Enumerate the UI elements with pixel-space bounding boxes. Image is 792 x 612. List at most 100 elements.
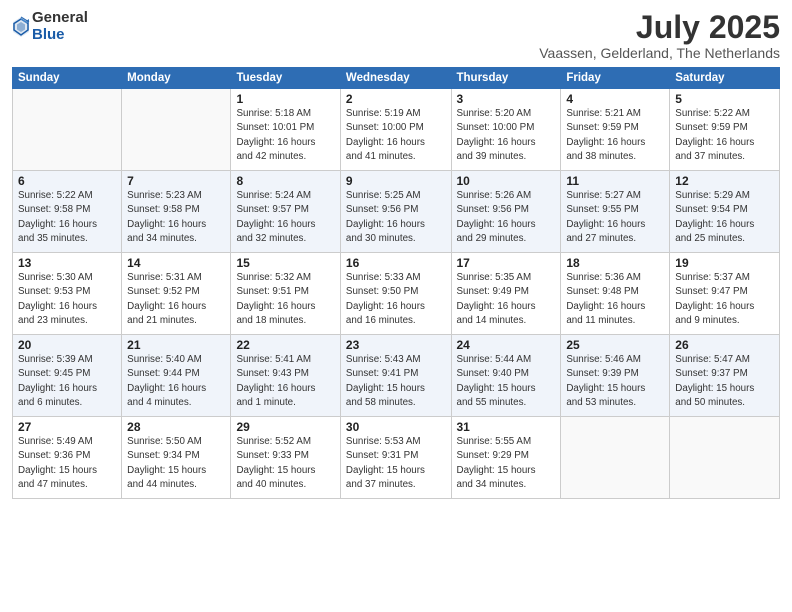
calendar-cell: 1Sunrise: 5:18 AM Sunset: 10:01 PM Dayli… — [231, 89, 340, 171]
day-info: Sunrise: 5:21 AM Sunset: 9:59 PM Dayligh… — [566, 107, 664, 164]
header-saturday: Saturday — [670, 68, 780, 89]
day-info: Sunrise: 5:36 AM Sunset: 9:48 PM Dayligh… — [566, 271, 664, 328]
day-number: 22 — [236, 338, 334, 352]
day-info: Sunrise: 5:22 AM Sunset: 9:59 PM Dayligh… — [675, 107, 774, 164]
calendar-cell: 14Sunrise: 5:31 AM Sunset: 9:52 PM Dayli… — [122, 253, 231, 335]
day-info: Sunrise: 5:47 AM Sunset: 9:37 PM Dayligh… — [675, 353, 774, 410]
calendar-cell: 3Sunrise: 5:20 AM Sunset: 10:00 PM Dayli… — [451, 89, 561, 171]
day-number: 18 — [566, 256, 664, 270]
day-number: 14 — [127, 256, 225, 270]
day-number: 31 — [457, 420, 556, 434]
calendar-cell: 15Sunrise: 5:32 AM Sunset: 9:51 PM Dayli… — [231, 253, 340, 335]
calendar-cell: 29Sunrise: 5:52 AM Sunset: 9:33 PM Dayli… — [231, 417, 340, 499]
calendar-cell — [670, 417, 780, 499]
calendar-cell: 7Sunrise: 5:23 AM Sunset: 9:58 PM Daylig… — [122, 171, 231, 253]
calendar-cell: 18Sunrise: 5:36 AM Sunset: 9:48 PM Dayli… — [561, 253, 670, 335]
day-number: 20 — [18, 338, 116, 352]
day-info: Sunrise: 5:18 AM Sunset: 10:01 PM Daylig… — [236, 107, 334, 164]
day-info: Sunrise: 5:41 AM Sunset: 9:43 PM Dayligh… — [236, 353, 334, 410]
day-info: Sunrise: 5:44 AM Sunset: 9:40 PM Dayligh… — [457, 353, 556, 410]
calendar-cell: 5Sunrise: 5:22 AM Sunset: 9:59 PM Daylig… — [670, 89, 780, 171]
day-number: 15 — [236, 256, 334, 270]
title-block: July 2025 Vaassen, Gelderland, The Nethe… — [539, 10, 780, 61]
calendar-cell: 31Sunrise: 5:55 AM Sunset: 9:29 PM Dayli… — [451, 417, 561, 499]
logo: General Blue — [12, 10, 88, 43]
day-number: 1 — [236, 92, 334, 106]
day-info: Sunrise: 5:53 AM Sunset: 9:31 PM Dayligh… — [346, 435, 446, 492]
day-number: 12 — [675, 174, 774, 188]
calendar-cell: 16Sunrise: 5:33 AM Sunset: 9:50 PM Dayli… — [340, 253, 451, 335]
day-number: 28 — [127, 420, 225, 434]
day-number: 23 — [346, 338, 446, 352]
logo-blue-text: Blue — [32, 27, 88, 44]
day-number: 9 — [346, 174, 446, 188]
calendar-cell: 9Sunrise: 5:25 AM Sunset: 9:56 PM Daylig… — [340, 171, 451, 253]
calendar-cell — [561, 417, 670, 499]
calendar-cell: 4Sunrise: 5:21 AM Sunset: 9:59 PM Daylig… — [561, 89, 670, 171]
page: General Blue July 2025 Vaassen, Gelderla… — [0, 0, 792, 612]
day-number: 19 — [675, 256, 774, 270]
day-number: 17 — [457, 256, 556, 270]
day-number: 8 — [236, 174, 334, 188]
calendar-cell: 12Sunrise: 5:29 AM Sunset: 9:54 PM Dayli… — [670, 171, 780, 253]
day-number: 25 — [566, 338, 664, 352]
day-info: Sunrise: 5:50 AM Sunset: 9:34 PM Dayligh… — [127, 435, 225, 492]
day-info: Sunrise: 5:27 AM Sunset: 9:55 PM Dayligh… — [566, 189, 664, 246]
calendar-cell: 23Sunrise: 5:43 AM Sunset: 9:41 PM Dayli… — [340, 335, 451, 417]
calendar-cell: 26Sunrise: 5:47 AM Sunset: 9:37 PM Dayli… — [670, 335, 780, 417]
day-info: Sunrise: 5:35 AM Sunset: 9:49 PM Dayligh… — [457, 271, 556, 328]
day-number: 11 — [566, 174, 664, 188]
day-info: Sunrise: 5:32 AM Sunset: 9:51 PM Dayligh… — [236, 271, 334, 328]
day-number: 2 — [346, 92, 446, 106]
calendar-cell: 24Sunrise: 5:44 AM Sunset: 9:40 PM Dayli… — [451, 335, 561, 417]
calendar-cell: 22Sunrise: 5:41 AM Sunset: 9:43 PM Dayli… — [231, 335, 340, 417]
calendar-week-0: 1Sunrise: 5:18 AM Sunset: 10:01 PM Dayli… — [13, 89, 780, 171]
calendar-week-3: 20Sunrise: 5:39 AM Sunset: 9:45 PM Dayli… — [13, 335, 780, 417]
day-info: Sunrise: 5:23 AM Sunset: 9:58 PM Dayligh… — [127, 189, 225, 246]
day-number: 21 — [127, 338, 225, 352]
calendar-cell: 11Sunrise: 5:27 AM Sunset: 9:55 PM Dayli… — [561, 171, 670, 253]
month-title: July 2025 — [539, 10, 780, 45]
day-number: 29 — [236, 420, 334, 434]
logo-text: General Blue — [32, 10, 88, 43]
calendar-cell: 17Sunrise: 5:35 AM Sunset: 9:49 PM Dayli… — [451, 253, 561, 335]
calendar-cell: 21Sunrise: 5:40 AM Sunset: 9:44 PM Dayli… — [122, 335, 231, 417]
day-info: Sunrise: 5:33 AM Sunset: 9:50 PM Dayligh… — [346, 271, 446, 328]
day-number: 16 — [346, 256, 446, 270]
calendar-week-1: 6Sunrise: 5:22 AM Sunset: 9:58 PM Daylig… — [13, 171, 780, 253]
calendar-cell: 10Sunrise: 5:26 AM Sunset: 9:56 PM Dayli… — [451, 171, 561, 253]
day-number: 3 — [457, 92, 556, 106]
header-friday: Friday — [561, 68, 670, 89]
calendar-cell — [13, 89, 122, 171]
day-info: Sunrise: 5:24 AM Sunset: 9:57 PM Dayligh… — [236, 189, 334, 246]
calendar-cell: 25Sunrise: 5:46 AM Sunset: 9:39 PM Dayli… — [561, 335, 670, 417]
logo-icon — [12, 16, 30, 38]
day-number: 4 — [566, 92, 664, 106]
calendar-cell: 28Sunrise: 5:50 AM Sunset: 9:34 PM Dayli… — [122, 417, 231, 499]
day-info: Sunrise: 5:49 AM Sunset: 9:36 PM Dayligh… — [18, 435, 116, 492]
location-subtitle: Vaassen, Gelderland, The Netherlands — [539, 45, 780, 61]
day-info: Sunrise: 5:25 AM Sunset: 9:56 PM Dayligh… — [346, 189, 446, 246]
day-number: 6 — [18, 174, 116, 188]
calendar-cell: 30Sunrise: 5:53 AM Sunset: 9:31 PM Dayli… — [340, 417, 451, 499]
calendar-week-4: 27Sunrise: 5:49 AM Sunset: 9:36 PM Dayli… — [13, 417, 780, 499]
day-info: Sunrise: 5:39 AM Sunset: 9:45 PM Dayligh… — [18, 353, 116, 410]
calendar-cell: 13Sunrise: 5:30 AM Sunset: 9:53 PM Dayli… — [13, 253, 122, 335]
calendar-cell — [122, 89, 231, 171]
header-thursday: Thursday — [451, 68, 561, 89]
day-info: Sunrise: 5:31 AM Sunset: 9:52 PM Dayligh… — [127, 271, 225, 328]
day-info: Sunrise: 5:29 AM Sunset: 9:54 PM Dayligh… — [675, 189, 774, 246]
logo-general-text: General — [32, 10, 88, 27]
day-number: 10 — [457, 174, 556, 188]
day-info: Sunrise: 5:19 AM Sunset: 10:00 PM Daylig… — [346, 107, 446, 164]
calendar-cell: 27Sunrise: 5:49 AM Sunset: 9:36 PM Dayli… — [13, 417, 122, 499]
day-number: 26 — [675, 338, 774, 352]
day-info: Sunrise: 5:55 AM Sunset: 9:29 PM Dayligh… — [457, 435, 556, 492]
header-row: Sunday Monday Tuesday Wednesday Thursday… — [13, 68, 780, 89]
day-info: Sunrise: 5:22 AM Sunset: 9:58 PM Dayligh… — [18, 189, 116, 246]
calendar-cell: 8Sunrise: 5:24 AM Sunset: 9:57 PM Daylig… — [231, 171, 340, 253]
header-monday: Monday — [122, 68, 231, 89]
day-info: Sunrise: 5:30 AM Sunset: 9:53 PM Dayligh… — [18, 271, 116, 328]
calendar-cell: 20Sunrise: 5:39 AM Sunset: 9:45 PM Dayli… — [13, 335, 122, 417]
day-info: Sunrise: 5:26 AM Sunset: 9:56 PM Dayligh… — [457, 189, 556, 246]
